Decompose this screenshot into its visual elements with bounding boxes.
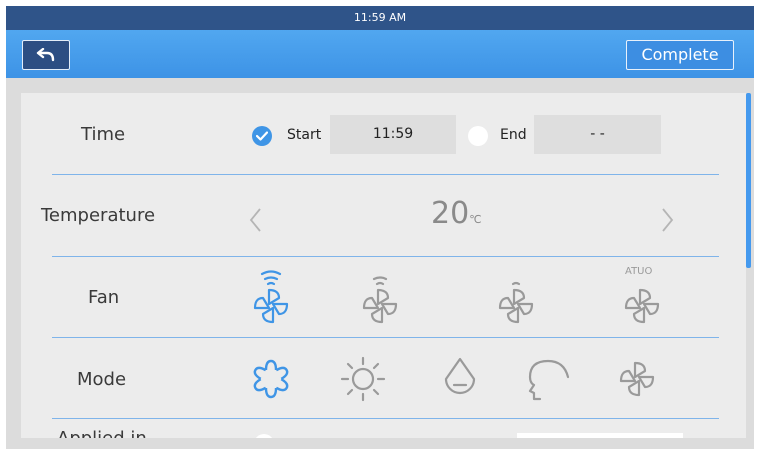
fan-icon[interactable]: [613, 355, 661, 403]
back-button[interactable]: [22, 40, 70, 70]
title-bar: Complete: [6, 30, 754, 78]
status-time: 11:59 AM: [353, 11, 407, 24]
start-label: Start: [287, 127, 322, 143]
divider: [52, 256, 719, 257]
start-radio[interactable]: [252, 126, 272, 146]
fan-low-icon[interactable]: [494, 269, 538, 325]
temperature-unit: ℃: [469, 213, 482, 226]
divider: [52, 337, 719, 338]
temperature-display: 20℃: [431, 196, 482, 231]
fan-medium-icon[interactable]: [358, 269, 402, 325]
applied-radio[interactable]: [254, 434, 274, 438]
select-field[interactable]: [517, 433, 683, 438]
chevron-left-icon[interactable]: [249, 207, 263, 233]
check-icon: [256, 131, 268, 141]
back-arrow-icon: [36, 48, 55, 62]
start-time-field[interactable]: 11:59: [330, 115, 456, 154]
wind-icon[interactable]: [522, 355, 574, 403]
fan-label: Fan: [88, 287, 120, 308]
complete-button[interactable]: Complete: [626, 40, 734, 70]
divider: [52, 418, 719, 419]
drop-icon[interactable]: [436, 355, 484, 403]
fan-high-icon[interactable]: [249, 269, 293, 325]
temperature-label: Temperature: [41, 205, 156, 226]
scrollbar[interactable]: [746, 93, 751, 268]
end-radio[interactable]: [468, 126, 488, 146]
mode-label: Mode: [77, 369, 127, 390]
applied-in-label: Applied in: [57, 428, 147, 438]
temperature-value: 20: [431, 196, 470, 231]
end-label: End: [500, 127, 527, 143]
status-bar: 11:59 AM: [6, 6, 754, 30]
chevron-right-icon[interactable]: [660, 207, 674, 233]
settings-panel: Time Start 11:59 End - - Temperature 20℃…: [21, 93, 746, 438]
time-label: Time: [81, 124, 126, 145]
fan-auto-icon[interactable]: [620, 269, 664, 325]
sun-icon[interactable]: [339, 355, 387, 403]
snowflake-icon[interactable]: [247, 355, 295, 403]
divider: [52, 174, 719, 175]
end-time-field[interactable]: - -: [534, 115, 661, 154]
